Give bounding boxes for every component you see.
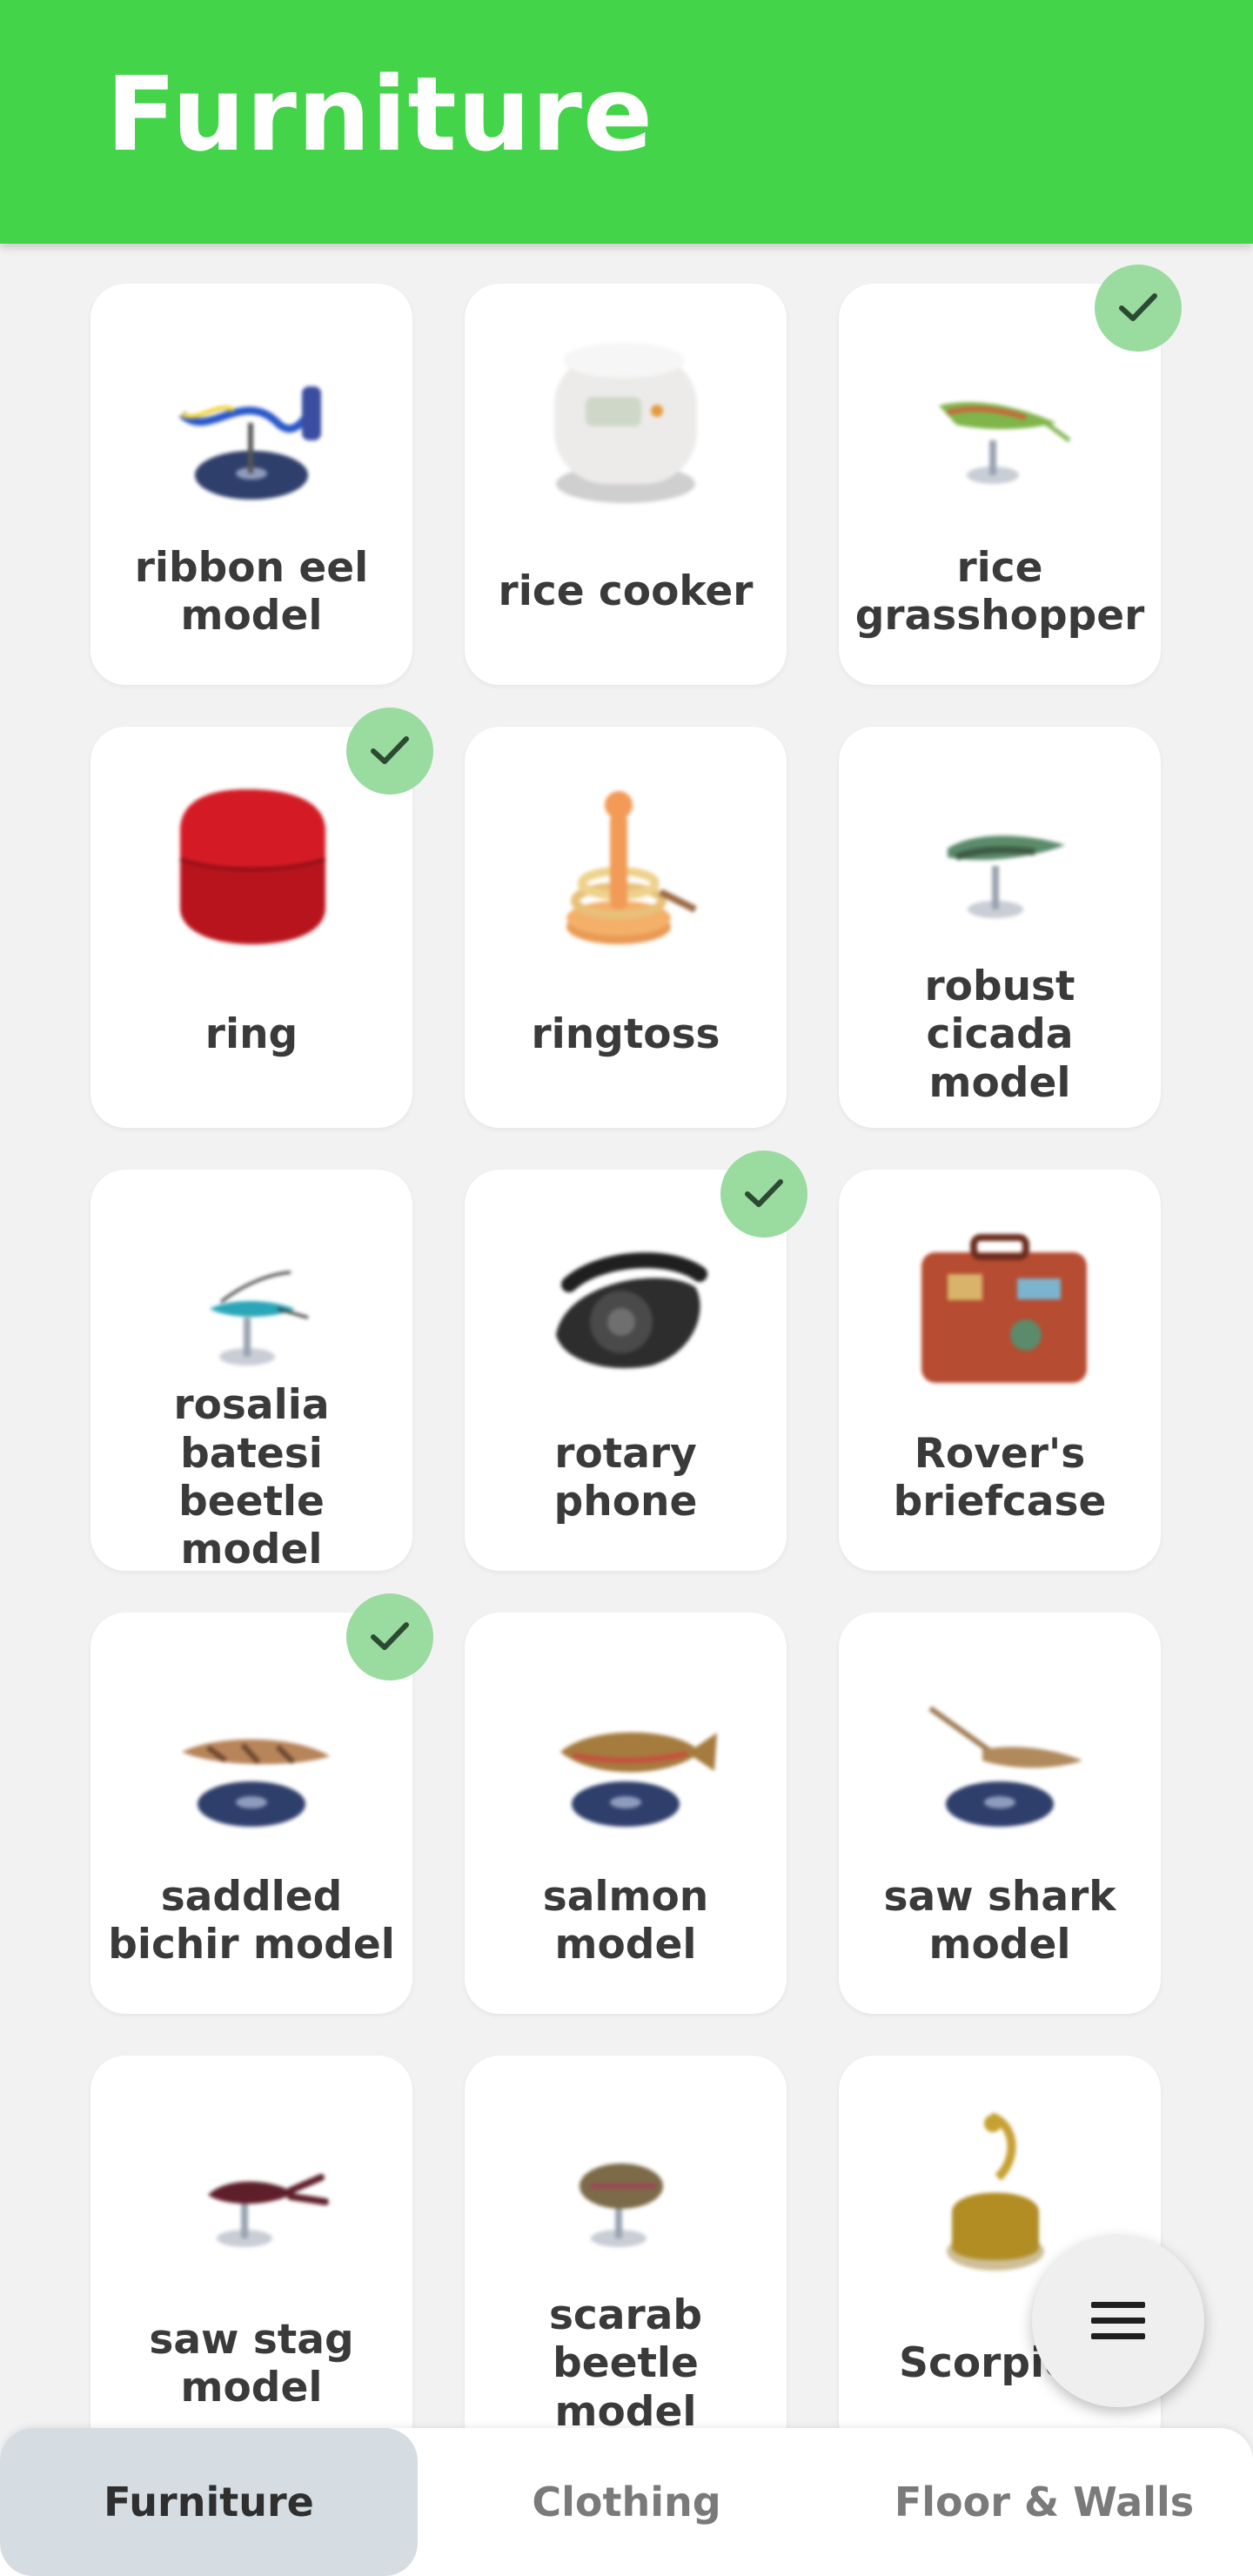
item-card[interactable]: saw stag model <box>90 2056 412 2457</box>
checkmark-icon[interactable] <box>1095 265 1182 352</box>
item-label: rice grasshopper <box>854 543 1145 640</box>
item-label: rotary phone <box>553 1429 698 1526</box>
item-label: salmon model <box>542 1872 709 1969</box>
scarab-beetle-model-icon <box>580 2163 663 2247</box>
item-label: saw shark model <box>883 1872 1116 1969</box>
item-card[interactable]: rosalia batesi beetle model <box>90 1170 412 1574</box>
tab-clothing[interactable]: Clothing <box>418 2428 835 2576</box>
item-label: robust cicada model <box>924 962 1075 1107</box>
item-label: ribbon eel model <box>134 543 369 640</box>
item-card[interactable]: ribbon eel model <box>90 284 412 685</box>
bottom-navigation: Furniture Clothing Floor & Walls <box>0 2428 1253 2576</box>
item-label: Rover's briefcase <box>893 1429 1107 1526</box>
item-label: ringtoss <box>531 1010 720 1059</box>
item-card[interactable]: scarab beetle model <box>465 2056 787 2457</box>
item-label: rice cooker <box>498 567 754 616</box>
item-label: scarab beetle model <box>548 2291 703 2436</box>
page-title: Furniture <box>106 54 654 174</box>
item-card[interactable]: Rover's briefcase <box>839 1170 1161 1571</box>
tab-furniture[interactable]: Furniture <box>0 2428 418 2576</box>
item-label: saw stag model <box>149 2315 354 2412</box>
item-card[interactable]: robust cicada model <box>839 727 1161 1128</box>
tab-floor-walls[interactable]: Floor & Walls <box>835 2428 1253 2576</box>
ring-box-icon <box>179 789 326 944</box>
menu-icon <box>1091 2302 1145 2339</box>
item-card[interactable]: ring <box>90 708 433 1128</box>
checkmark-icon[interactable] <box>346 1593 433 1680</box>
item-card[interactable]: rice cooker <box>465 284 787 685</box>
ringtoss-icon <box>566 791 697 944</box>
rice-cooker-icon <box>554 343 697 503</box>
item-card[interactable]: ringtoss <box>465 727 787 1128</box>
item-card[interactable]: rotary phone <box>465 1150 807 1571</box>
ribbon-eel-model-icon <box>178 386 321 500</box>
menu-button[interactable] <box>1032 2235 1204 2407</box>
item-card[interactable]: rice grasshopper <box>839 265 1182 685</box>
checkmark-icon[interactable] <box>720 1150 807 1238</box>
checkmark-icon[interactable] <box>346 708 433 795</box>
saw-stag-model-icon <box>208 2174 329 2247</box>
app-bar: Furniture <box>0 0 1253 244</box>
item-label: saddled bichir model <box>108 1872 395 1969</box>
item-card[interactable]: salmon model <box>465 1613 787 2014</box>
item-grid: ribbon eel model rice cooker rice grassh… <box>90 265 1182 2457</box>
salmon-model-icon <box>560 1732 717 1827</box>
robust-cicada-model-icon <box>948 835 1065 918</box>
item-label: ring <box>204 1010 298 1059</box>
item-card[interactable]: saw shark model <box>839 1613 1161 2014</box>
item-label: rosalia batesi beetle model <box>173 1381 330 1574</box>
rice-grasshopper-icon <box>939 402 1071 484</box>
item-card[interactable]: saddled bichir model <box>90 1593 433 2014</box>
saw-shark-model-icon <box>928 1706 1082 1827</box>
saddled-bichir-model-icon <box>182 1739 330 1827</box>
rotary-phone-icon <box>556 1252 707 1369</box>
briefcase-icon <box>921 1234 1087 1383</box>
